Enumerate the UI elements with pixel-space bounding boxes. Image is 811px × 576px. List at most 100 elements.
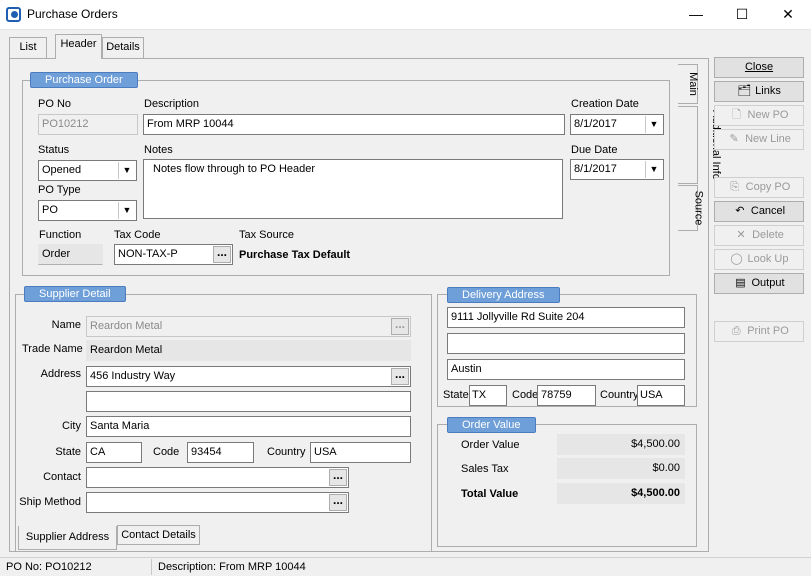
ellipsis-lookup-icon[interactable]: ... (213, 246, 231, 263)
contact-input[interactable]: ... (86, 467, 349, 488)
window-title: Purchase Orders (27, 7, 118, 21)
trade-name-label: Trade Name (22, 343, 83, 355)
tab-supplier-address[interactable]: Supplier Address (18, 526, 117, 550)
delivery-state-input[interactable]: TX (469, 385, 507, 406)
due-date-label: Due Date (571, 144, 618, 156)
delete-button[interactable]: ✕ Delete (714, 225, 804, 246)
delivery-address-legend: Delivery Address (447, 287, 560, 303)
address-line1-input[interactable]: 456 Industry Way... (86, 366, 411, 387)
copy-po-button[interactable]: ⎘ Copy PO (714, 177, 804, 198)
trade-name-field: Reardon Metal (86, 340, 411, 361)
delivery-state-label: State (443, 389, 469, 401)
tax-code-label: Tax Code (114, 229, 161, 241)
output-icon: ▤ (735, 277, 746, 289)
ship-method-label: Ship Method (19, 496, 81, 508)
new-po-button[interactable]: 🗋 New PO (714, 105, 804, 126)
status-description: Description: From MRP 10044 (158, 561, 306, 573)
chevron-down-icon[interactable]: ▼ (118, 202, 135, 219)
chevron-down-icon[interactable]: ▼ (645, 161, 662, 178)
cancel-button[interactable]: ↶ Cancel (714, 201, 804, 222)
delivery-country-input[interactable]: USA (637, 385, 685, 406)
print-po-button[interactable]: ⎙ Print PO (714, 321, 804, 342)
delivery-code-input[interactable]: 78759 (537, 385, 596, 406)
description-label: Description (144, 98, 200, 110)
undo-icon: ↶ (735, 205, 745, 217)
function-label: Function (39, 229, 82, 241)
ellipsis-lookup-icon[interactable]: ... (329, 469, 347, 486)
city-label: City (62, 420, 81, 432)
links-icon: 🗂 (737, 85, 752, 97)
supplier-name-label: Name (51, 319, 81, 331)
copy-icon: ⎘ (730, 181, 740, 193)
chevron-down-icon[interactable]: ▼ (645, 116, 662, 133)
delivery-city-input[interactable]: Austin (447, 359, 685, 380)
print-icon: ⎙ (731, 325, 741, 337)
po-no-field: PO10212 (38, 114, 138, 135)
status-po-no: PO No: PO10212 (2, 559, 152, 575)
contact-label: Contact (43, 471, 81, 483)
new-line-button[interactable]: ✎ New Line (714, 129, 804, 150)
tax-source-value: Purchase Tax Default (239, 249, 351, 261)
po-no-label: PO No (38, 98, 72, 110)
address-line2-input[interactable] (86, 391, 411, 412)
sales-tax-label: Sales Tax (461, 463, 509, 475)
po-type-select[interactable]: PO ▼ (38, 200, 137, 221)
look-up-button[interactable]: ◯ Look Up (714, 249, 804, 270)
state-label: State (55, 446, 81, 458)
total-value-field: $4,500.00 (557, 483, 685, 504)
description-input[interactable]: From MRP 10044 (143, 114, 565, 135)
due-date-picker[interactable]: 8/1/2017 ▼ (570, 159, 664, 180)
order-value-label: Order Value (461, 439, 520, 451)
supplier-detail-legend: Supplier Detail (24, 286, 126, 302)
tax-code-input[interactable]: NON-TAX-P... (114, 244, 233, 265)
delivery-code-label: Code (512, 389, 539, 401)
ellipsis-lookup-icon: ... (391, 318, 409, 335)
ship-method-input[interactable]: ... (86, 492, 349, 513)
output-button[interactable]: ▤ Output (714, 273, 804, 294)
delivery-line1-input[interactable]: 9111 Jollyville Rd Suite 204 (447, 307, 685, 328)
creation-date-label: Creation Date (571, 98, 639, 110)
tax-source-label: Tax Source (239, 229, 295, 241)
status-select[interactable]: Opened ▼ (38, 160, 137, 181)
close-window-button[interactable]: ✕ (765, 0, 811, 29)
notes-textarea[interactable]: Notes flow through to PO Header (143, 159, 563, 219)
total-value-label: Total Value (461, 488, 519, 500)
ellipsis-lookup-icon[interactable]: ... (391, 368, 409, 385)
app-icon (6, 7, 21, 22)
x-icon: ✕ (736, 229, 746, 241)
ellipsis-lookup-icon[interactable]: ... (329, 494, 347, 511)
delivery-line2-input[interactable] (447, 333, 685, 354)
vtab-source[interactable]: Source (678, 185, 704, 231)
close-button[interactable]: Close (714, 57, 804, 78)
links-button[interactable]: 🗂 Links (714, 81, 804, 102)
vtab-additional-info[interactable]: Additional Info (678, 106, 722, 184)
state-input[interactable]: CA (86, 442, 142, 463)
code-label: Code (153, 446, 180, 458)
minimize-button[interactable]: — (673, 0, 719, 29)
address-label: Address (40, 368, 81, 380)
lookup-icon: ◯ (730, 253, 743, 265)
tab-list[interactable]: List (9, 37, 47, 58)
status-label: Status (38, 144, 70, 156)
sales-tax-field: $0.00 (557, 458, 685, 479)
creation-date-picker[interactable]: 8/1/2017 ▼ (570, 114, 664, 135)
maximize-button[interactable]: ☐ (719, 0, 765, 29)
pencil-icon: ✎ (729, 133, 739, 145)
tab-header[interactable]: Header (55, 34, 102, 59)
notes-label: Notes (144, 144, 173, 156)
city-input[interactable]: Santa Maria (86, 416, 411, 437)
chevron-down-icon[interactable]: ▼ (118, 162, 135, 179)
delivery-country-label: Country (600, 389, 639, 401)
tab-contact-details[interactable]: Contact Details (117, 525, 200, 545)
country-input[interactable]: USA (310, 442, 411, 463)
country-label: Country (267, 446, 306, 458)
purchase-order-legend: Purchase Order (30, 72, 138, 88)
vtab-main[interactable]: Main (678, 64, 699, 104)
supplier-name-field: Reardon Metal... (86, 316, 411, 337)
order-value-legend: Order Value (447, 417, 536, 433)
po-type-label: PO Type (38, 184, 81, 196)
new-document-icon: 🗋 (732, 109, 741, 121)
code-input[interactable]: 93454 (187, 442, 254, 463)
tab-details[interactable]: Details (102, 37, 144, 58)
order-value-field: $4,500.00 (557, 434, 685, 455)
